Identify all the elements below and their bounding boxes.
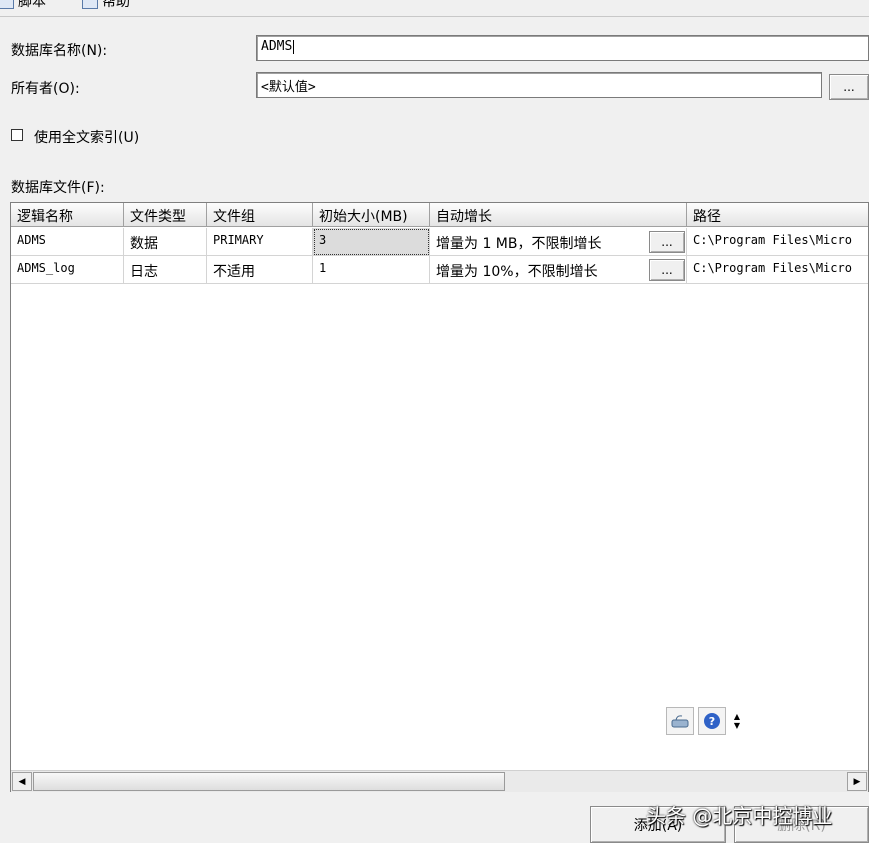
table-row-2-name[interactable]: ADMS_log <box>11 256 124 284</box>
owner-input[interactable]: <默认值> <box>256 72 822 98</box>
table-row-2-size[interactable]: 1 <box>313 256 430 284</box>
help-icon[interactable]: ? <box>698 707 726 735</box>
table-row-1-filegroup[interactable]: PRIMARY <box>207 228 313 256</box>
row-2-growth-browse-button[interactable]: ... <box>649 259 685 281</box>
fulltext-checkbox[interactable] <box>11 129 23 141</box>
table-row-1-name[interactable]: ADMS <box>11 228 124 256</box>
keyboard-icon[interactable] <box>666 707 694 735</box>
db-name-value: ADMS <box>261 39 293 54</box>
options-arrows-icon[interactable]: ▲ ▼ <box>730 707 744 735</box>
help-label: 帮助 <box>102 0 130 10</box>
scroll-left-arrow-icon[interactable]: ◀ <box>12 772 32 791</box>
script-button[interactable]: 脚本 <box>0 0 46 11</box>
owner-browse-button[interactable]: ... <box>829 74 869 100</box>
table-row-1-size[interactable]: 3 <box>313 228 430 256</box>
scrollbar-thumb[interactable] <box>33 772 505 791</box>
toolbar: 脚本 帮助 <box>0 0 869 17</box>
table-row-2-filegroup[interactable]: 不适用 <box>207 256 313 284</box>
help-book-icon <box>82 0 98 9</box>
owner-label: 所有者(O): <box>11 81 80 97</box>
language-bar: ? ▲ ▼ <box>666 706 766 736</box>
horizontal-scrollbar[interactable]: ◀ ▶ <box>11 770 868 792</box>
table-row-1-growth-text: 增量为 1 MB，不限制增长 <box>436 236 602 252</box>
database-files-grid[interactable]: 逻辑名称 文件类型 文件组 初始大小(MB) 自动增长 路径 ADMS 数据 P… <box>10 202 869 792</box>
table-row-1-type[interactable]: 数据 <box>124 228 207 256</box>
script-label: 脚本 <box>18 0 46 10</box>
col-header-filegroup[interactable]: 文件组 <box>207 203 313 227</box>
database-files-label: 数据库文件(F): <box>11 180 105 196</box>
watermark-text: 头条 @北京中控博业 <box>646 804 833 828</box>
db-name-label: 数据库名称(N): <box>11 43 108 59</box>
db-name-input[interactable]: ADMS <box>256 35 869 61</box>
table-row-2-type[interactable]: 日志 <box>124 256 207 284</box>
help-button[interactable]: 帮助 <box>82 0 130 11</box>
text-caret <box>293 39 295 54</box>
fulltext-label: 使用全文索引(U) <box>34 130 140 146</box>
owner-value: <默认值> <box>261 80 316 95</box>
row-1-growth-browse-button[interactable]: ... <box>649 231 685 253</box>
table-row-1-path[interactable]: C:\Program Files\Micro <box>687 228 868 256</box>
col-header-path[interactable]: 路径 <box>687 203 868 227</box>
col-header-initial-size[interactable]: 初始大小(MB) <box>313 203 430 227</box>
col-header-autogrowth[interactable]: 自动增长 <box>430 203 687 227</box>
col-header-logical-name[interactable]: 逻辑名称 <box>11 203 124 227</box>
table-row-2-path[interactable]: C:\Program Files\Micro <box>687 256 868 284</box>
col-header-file-type[interactable]: 文件类型 <box>124 203 207 227</box>
scroll-right-arrow-icon[interactable]: ▶ <box>847 772 867 791</box>
table-row-2-growth-text: 增量为 10%，不限制增长 <box>436 264 598 280</box>
script-icon <box>0 0 14 9</box>
